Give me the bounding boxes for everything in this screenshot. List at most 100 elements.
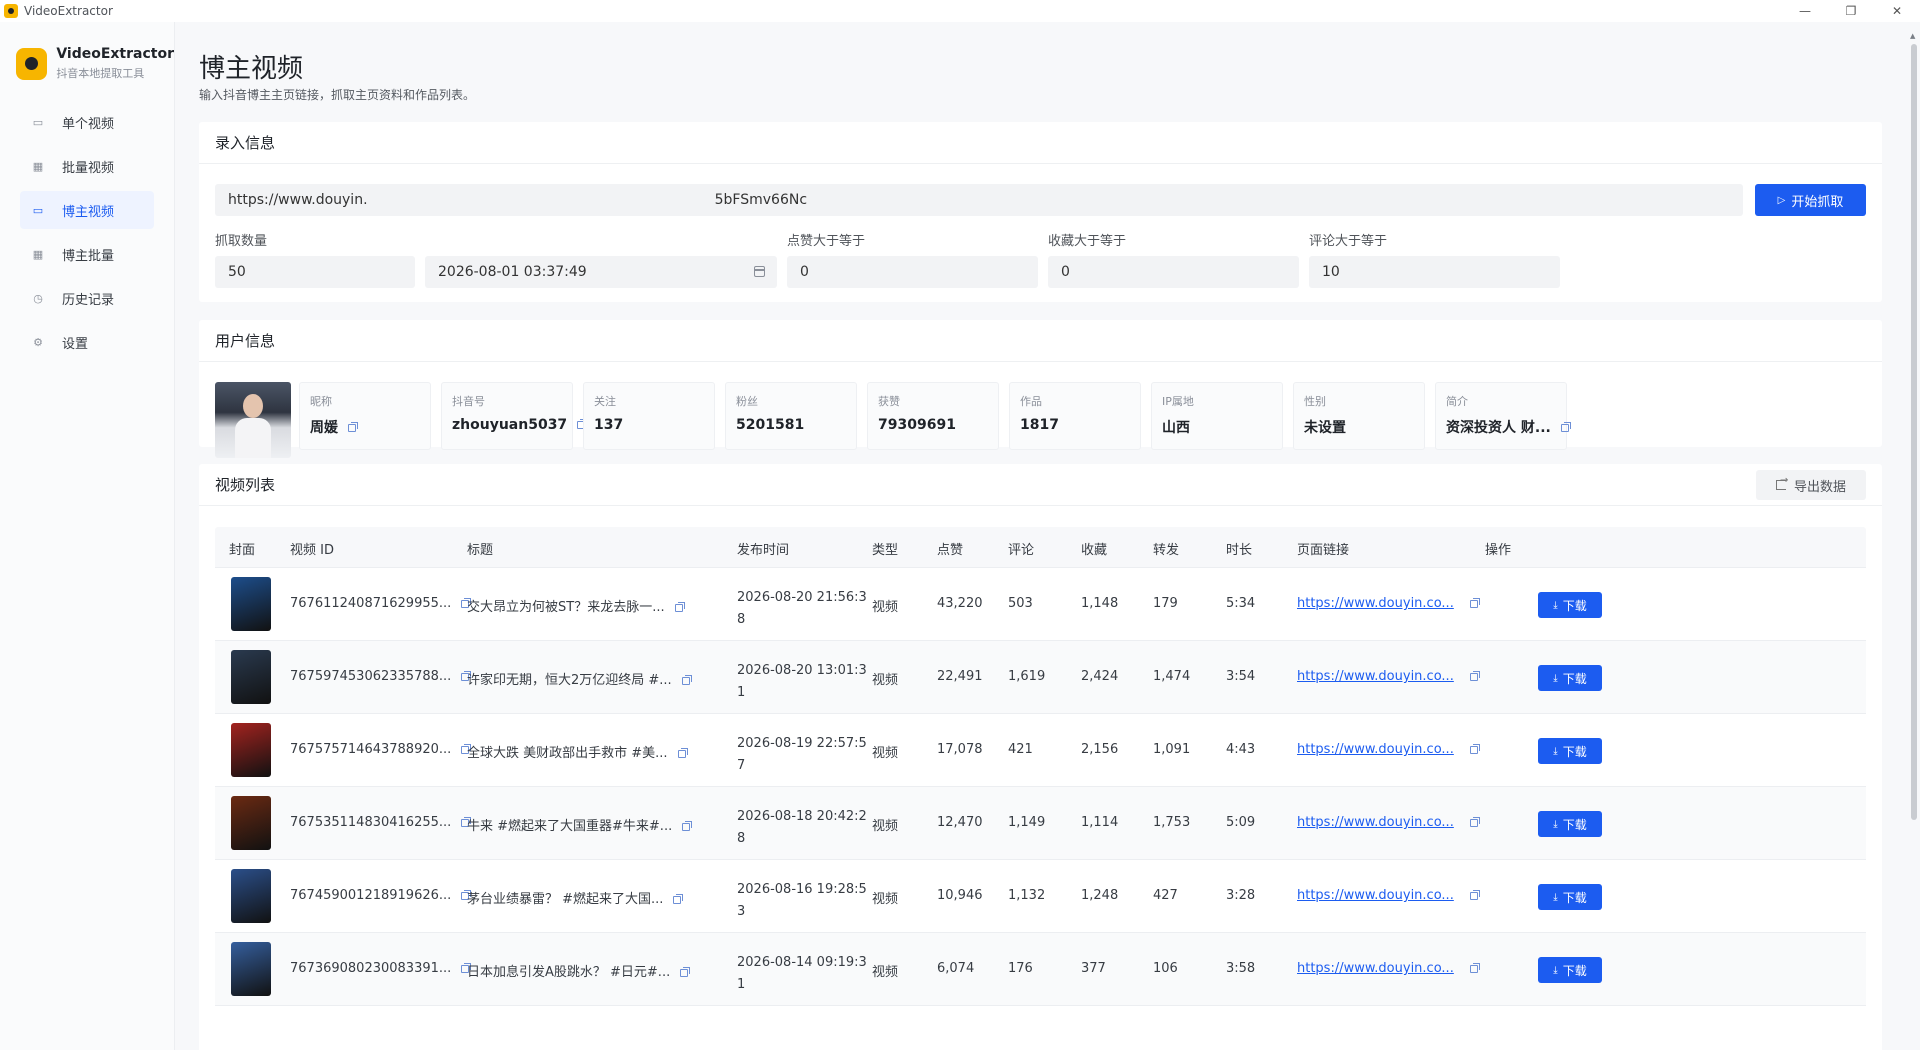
export-data-button[interactable]: 导出数据 [1756,470,1866,500]
sidebar-item-label: 博主批量 [62,248,115,264]
download-icon: ⤓ [1553,599,1558,611]
page-description: 输入抖音博主主页链接，抓取主页资料和作品列表。 [199,88,476,102]
copy-icon[interactable] [1560,422,1571,432]
copy-icon[interactable] [674,601,685,612]
video-id-cell: 767611240871629955... [290,596,472,611]
date-value: 2026-08-01 03:37:49 [438,264,587,280]
table-row: 767369080230083391... 日本加息引发A股跳水？ #日元#...… [215,933,1866,1006]
copy-icon[interactable] [1469,816,1480,827]
info-value: 未设置 [1304,417,1424,437]
main-content: 博主视频 输入抖音博主主页链接，抓取主页资料和作品列表。 录入信息 https:… [175,22,1888,1050]
favorites-count: 2,156 [1081,742,1119,757]
copy-icon[interactable] [682,820,693,831]
info-label: 作品 [1020,395,1042,408]
scrollbar[interactable]: ▲ [1910,32,1918,1040]
video-id-cell: 767575714643788920... [290,742,472,757]
video-cover[interactable] [231,650,271,704]
sidebar-item-label: 博主视频 [62,204,115,220]
page-link[interactable]: https://www.douyin.co... [1297,961,1454,976]
date-picker[interactable]: 2026-08-01 03:37:49 [425,256,777,288]
column-header: 收藏 [1081,543,1108,558]
scroll-up-icon[interactable]: ▲ [1910,32,1915,40]
column-header: 点赞 [937,543,964,558]
download-button[interactable]: ⤓ 下载 [1538,738,1602,764]
sidebar-item-1[interactable]: ▦ 批量视频 [20,147,154,185]
start-fetch-button[interactable]: ▷ 开始抓取 [1755,184,1866,216]
min-comments-input[interactable]: 10 [1309,256,1560,288]
minimize-button[interactable]: — [1782,0,1828,22]
download-icon: ⤓ [1553,964,1558,976]
min-favorites-input[interactable]: 0 [1048,256,1299,288]
sidebar-item-label: 单个视频 [62,116,115,132]
table-header: 封面 视频 ID 标题 发布时间 类型 点赞 评论 收藏 转发 时长 页面链接 操作 [215,527,1866,568]
comments-count: 503 [1008,596,1033,611]
download-button[interactable]: ⤓ 下载 [1538,592,1602,618]
sidebar-item-3[interactable]: ▦ 博主批量 [20,235,154,273]
copy-icon[interactable] [1469,962,1480,973]
video-id: 767575714643788920... [290,742,452,757]
favorites-count: 1,248 [1081,888,1119,903]
video-cover[interactable] [231,942,271,996]
download-button[interactable]: ⤓ 下载 [1538,957,1602,983]
fetch-count-input[interactable]: 50 [215,256,415,288]
duration: 5:09 [1226,815,1256,830]
copy-icon[interactable] [680,966,691,977]
likes-count: 17,078 [937,742,983,757]
favorites-count: 2,424 [1081,669,1119,684]
sidebar-item-0[interactable]: ▭ 单个视频 [20,103,154,141]
gear-icon: ⚙ [33,335,43,349]
download-button[interactable]: ⤓ 下载 [1538,811,1602,837]
video-cover[interactable] [231,869,271,923]
shares-count: 1,753 [1153,815,1191,830]
copy-icon[interactable] [1469,670,1480,681]
copy-icon[interactable] [1469,743,1480,754]
video-id-cell: 767535114830416255... [290,815,472,830]
shares-count: 106 [1153,961,1178,976]
page-link[interactable]: https://www.douyin.co... [1297,669,1454,684]
download-label: 下载 [1562,671,1587,686]
page-link-cell: https://www.douyin.co... [1297,961,1480,976]
video-cover[interactable] [231,577,271,631]
column-header: 封面 [229,543,256,558]
profile-url-input[interactable]: https://www.douyin. 5bFSmv66Nc [215,184,1743,216]
info-label: 昵称 [310,395,332,408]
copy-icon[interactable] [677,747,688,758]
info-value: zhouyuan5037 [452,417,588,433]
video-title: 许家印无期，恒大2万亿迎终局 #... [467,673,672,688]
sidebar-item-4[interactable]: ◷ 历史记录 [20,279,154,317]
page-link[interactable]: https://www.douyin.co... [1297,888,1454,903]
download-icon: ⤓ [1553,891,1558,903]
download-button[interactable]: ⤓ 下载 [1538,884,1602,910]
copy-icon[interactable] [1469,597,1480,608]
copy-icon[interactable] [681,674,692,685]
info-followers: 粉丝 5201581 [725,382,857,450]
video-id-cell: 767459001218919626... [290,888,472,903]
download-label: 下载 [1562,963,1587,978]
copy-icon[interactable] [1469,889,1480,900]
page-link[interactable]: https://www.douyin.co... [1297,815,1454,830]
scrollbar-thumb[interactable] [1911,44,1917,820]
restore-button[interactable]: ❐ [1828,0,1874,22]
page-link[interactable]: https://www.douyin.co... [1297,742,1454,757]
play-icon: ▷ [1777,194,1786,206]
copy-icon[interactable] [348,422,358,432]
video-title: 交大昂立为何被ST？来龙去脉一... [467,600,665,615]
shares-count: 1,091 [1153,742,1191,757]
sidebar-item-2[interactable]: ▭ 博主视频 [20,191,154,229]
copy-icon[interactable] [673,893,684,904]
info-value-text: 137 [594,417,624,433]
fetch-count-label: 抓取数量 [215,234,268,249]
download-button[interactable]: ⤓ 下载 [1538,665,1602,691]
sidebar-item-5[interactable]: ⚙ 设置 [20,323,154,361]
video-cover[interactable] [231,796,271,850]
close-button[interactable]: ✕ [1874,0,1920,22]
page-link[interactable]: https://www.douyin.co... [1297,596,1454,611]
video-card-title: 视频列表 [199,464,1882,506]
info-label: 粉丝 [736,395,758,408]
video-cover[interactable] [231,723,271,777]
download-icon: ⤓ [1553,745,1558,757]
page-title: 博主视频 [199,54,304,84]
download-icon: ⤓ [1553,672,1558,684]
min-likes-input[interactable]: 0 [787,256,1038,288]
calendar-icon[interactable] [754,266,765,277]
